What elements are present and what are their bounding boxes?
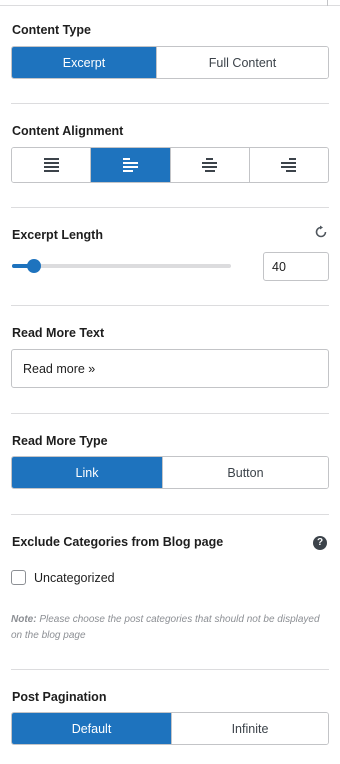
justify-icon (43, 156, 59, 174)
full-content-option[interactable]: Full Content (156, 47, 328, 78)
content-type-control: Excerpt Full Content (11, 46, 329, 79)
read-more-text-input[interactable] (11, 349, 329, 388)
top-border-tick (327, 0, 328, 6)
excerpt-option[interactable]: Excerpt (12, 47, 156, 78)
infinite-option[interactable]: Infinite (171, 713, 328, 744)
reset-icon[interactable] (314, 225, 328, 239)
excerpt-length-label: Excerpt Length (12, 228, 103, 242)
divider (11, 207, 329, 208)
default-option[interactable]: Default (12, 713, 171, 744)
excerpt-length-slider[interactable] (12, 259, 231, 273)
divider (11, 103, 329, 104)
divider (11, 514, 329, 515)
content-alignment-control (11, 147, 329, 183)
uncategorized-checkbox[interactable] (11, 570, 26, 585)
read-more-text-label: Read More Text (12, 326, 105, 340)
align-left-button[interactable] (90, 148, 170, 182)
note-text: Please choose the post categories that s… (11, 614, 320, 641)
uncategorized-label[interactable]: Uncategorized (34, 571, 115, 585)
align-left-icon (122, 156, 138, 174)
exclude-categories-note: Note: Please choose the post categories … (11, 612, 321, 644)
align-center-button[interactable] (169, 148, 249, 182)
align-right-button[interactable] (248, 148, 328, 182)
divider (11, 413, 329, 414)
top-border (0, 0, 340, 6)
align-center-icon (202, 156, 218, 174)
excerpt-length-input[interactable] (263, 252, 329, 281)
content-alignment-label: Content Alignment (12, 124, 124, 138)
question-icon[interactable]: ? (313, 536, 327, 550)
read-more-type-label: Read More Type (12, 434, 108, 448)
read-more-type-control: Link Button (11, 456, 329, 489)
divider (11, 669, 329, 670)
note-prefix: Note: (11, 614, 37, 625)
post-pagination-control: Default Infinite (11, 712, 329, 745)
exclude-categories-label: Exclude Categories from Blog page (12, 535, 224, 549)
uncategorized-checkbox-row[interactable]: Uncategorized (11, 570, 115, 585)
align-justify-button[interactable] (12, 148, 91, 182)
post-pagination-label: Post Pagination (12, 690, 107, 704)
button-option[interactable]: Button (162, 457, 328, 488)
divider (11, 305, 329, 306)
align-right-icon (281, 156, 297, 174)
content-type-label: Content Type (12, 23, 91, 37)
link-option[interactable]: Link (12, 457, 162, 488)
slider-handle[interactable] (26, 259, 41, 273)
